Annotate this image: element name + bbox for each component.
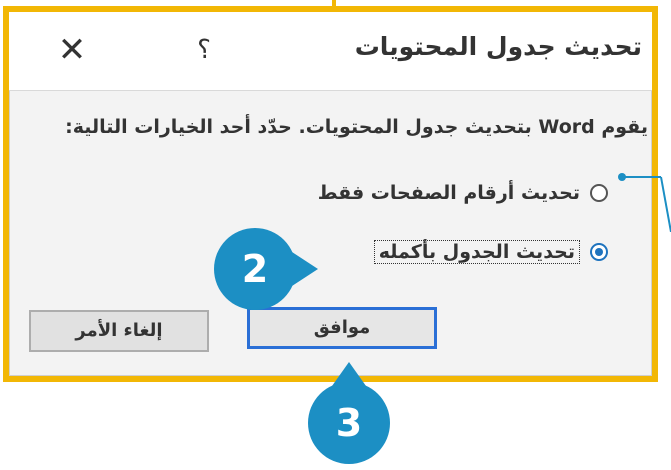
- radio-page-numbers-only[interactable]: [590, 184, 608, 202]
- option-label: تحديث الجدول بأكمله: [373, 240, 580, 264]
- dialog-message: يقوم Word بتحديث جدول المحتويات. حدّد أح…: [65, 116, 648, 138]
- cancel-button[interactable]: إلغاء الأمر: [29, 310, 209, 352]
- step-2-badge: 2: [214, 228, 296, 310]
- callout-connector: [618, 173, 671, 232]
- dialog-title: تحديث جدول المحتويات: [354, 32, 642, 61]
- step-2-number: 2: [241, 247, 269, 291]
- title-bar: ✕ ؟ تحديث جدول المحتويات: [9, 12, 652, 91]
- close-button[interactable]: ✕: [49, 30, 95, 70]
- step-3-badge: 3: [308, 382, 390, 464]
- close-icon: ✕: [57, 30, 87, 70]
- help-button[interactable]: ؟: [187, 30, 221, 70]
- option-page-numbers-only[interactable]: تحديث أرقام الصفحات فقط: [318, 182, 608, 204]
- ok-button[interactable]: موافق: [247, 307, 437, 349]
- update-toc-dialog: ✕ ؟ تحديث جدول المحتويات يقوم Word بتحدي…: [9, 12, 652, 376]
- help-icon: ؟: [197, 35, 211, 65]
- step-2-pointer: [292, 252, 318, 286]
- option-entire-table[interactable]: تحديث الجدول بأكمله: [373, 240, 608, 264]
- option-label: تحديث أرقام الصفحات فقط: [317, 182, 580, 204]
- step-3-number: 3: [335, 401, 363, 445]
- radio-entire-table[interactable]: [590, 243, 608, 261]
- step-3-pointer: [332, 362, 366, 386]
